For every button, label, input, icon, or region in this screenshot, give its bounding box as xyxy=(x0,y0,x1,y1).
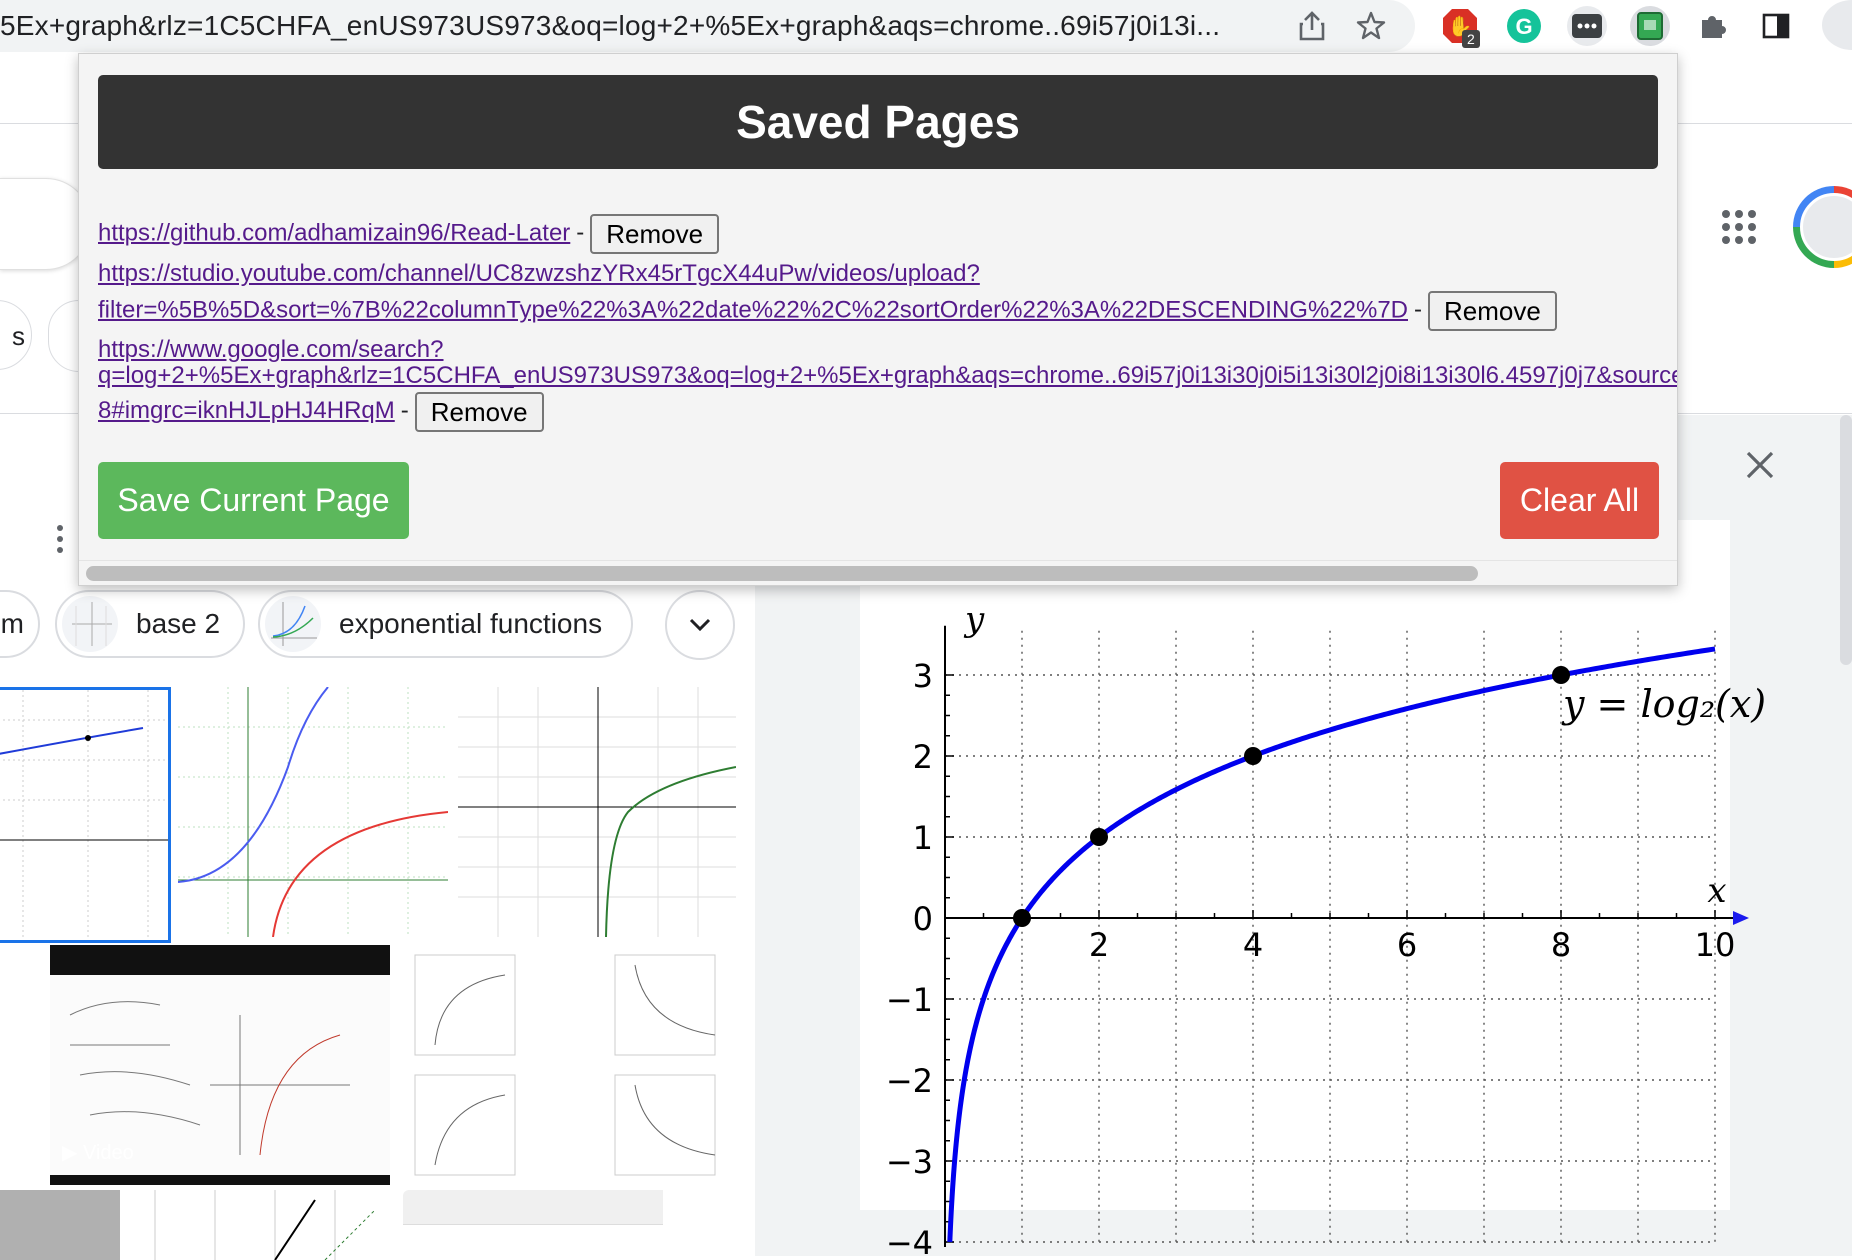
saved-link[interactable]: https://studio.youtube.com/channel/UC8zw… xyxy=(98,260,1408,323)
apps-grid-icon[interactable] xyxy=(1722,210,1756,244)
log2-curve xyxy=(947,646,1716,1243)
saved-pages-list: https://github.com/adhamizain96/Read-Lat… xyxy=(98,214,1677,433)
image-result-2[interactable] xyxy=(178,687,448,937)
remove-button[interactable]: Remove xyxy=(1428,291,1557,331)
separator: - xyxy=(1414,296,1422,324)
video-result[interactable]: ▶ Video xyxy=(50,945,390,1185)
chip-base-2[interactable]: base 2 xyxy=(55,590,245,658)
remove-button[interactable]: Remove xyxy=(414,391,544,432)
adblock-icon[interactable]: ✋ 2 xyxy=(1440,6,1480,48)
extension-badge: 2 xyxy=(1462,30,1480,48)
image-result-5[interactable] xyxy=(0,1190,120,1260)
separator: - xyxy=(576,219,585,247)
image-result-selected[interactable] xyxy=(0,687,171,943)
log-graph-chart: 2 4 6 8 103210−1−2−3−4xyy = log₂(x) xyxy=(886,600,1766,1260)
more-options-icon[interactable] xyxy=(55,525,65,555)
svg-text:G: G xyxy=(1515,14,1532,39)
data-point xyxy=(1013,909,1031,927)
address-bar[interactable]: 5Ex+graph&rlz=1C5CHFA_enUS973US973&oq=lo… xyxy=(0,0,1415,52)
x-axis-label: x xyxy=(1707,871,1726,911)
image-result-4[interactable] xyxy=(395,945,735,1185)
saved-link[interactable]: https://www.google.com/search? q=log+2+%5… xyxy=(98,336,1677,425)
extension-dots-icon[interactable] xyxy=(1567,6,1607,46)
profile-avatar[interactable] xyxy=(1822,0,1852,50)
read-later-extension-icon[interactable] xyxy=(1630,6,1670,46)
data-point xyxy=(1244,747,1262,765)
popup-scrollbar-thumb[interactable] xyxy=(86,566,1478,581)
y-tick-label: −2 xyxy=(886,1062,933,1100)
x-tick-label: 2 xyxy=(1089,926,1109,964)
y-tick-label: 1 xyxy=(913,819,933,857)
y-tick-label: 3 xyxy=(913,657,933,695)
clear-all-button[interactable]: Clear All xyxy=(1500,462,1659,539)
chip-label: base 2 xyxy=(136,608,221,639)
close-icon[interactable] xyxy=(1735,440,1785,490)
address-bar-url[interactable]: 5Ex+graph&rlz=1C5CHFA_enUS973US973&oq=lo… xyxy=(0,10,1255,42)
y-tick-label: 0 xyxy=(913,900,933,938)
side-panel-icon[interactable] xyxy=(1756,6,1796,46)
image-result-7[interactable] xyxy=(403,1190,735,1260)
popup-title: Saved Pages xyxy=(98,75,1658,169)
saved-item: https://www.google.com/search? q=log+2+%5… xyxy=(98,336,1677,433)
desmos-toolbar xyxy=(403,1190,663,1225)
play-icon: ▶ xyxy=(62,1142,78,1164)
chip-exponential-functions[interactable]: exponential functions xyxy=(258,590,633,658)
bookmark-star-icon[interactable] xyxy=(1353,8,1389,44)
chip-thumbnail xyxy=(265,596,321,652)
y-tick-label: 2 xyxy=(913,738,933,776)
browser-toolbar: 5Ex+graph&rlz=1C5CHFA_enUS973US973&oq=lo… xyxy=(0,0,1852,55)
y-tick-label: −3 xyxy=(886,1143,933,1181)
chip-partial-label: m xyxy=(0,608,24,639)
save-current-page-button[interactable]: Save Current Page xyxy=(98,462,409,539)
x-tick-label: 4 xyxy=(1243,926,1263,964)
puzzle-icon[interactable] xyxy=(1693,6,1733,46)
grammarly-icon[interactable]: G xyxy=(1504,6,1544,46)
image-result-3[interactable] xyxy=(458,687,736,937)
saved-item: https://github.com/adhamizain96/Read-Lat… xyxy=(98,214,1677,254)
read-later-popup: Saved Pages https://github.com/adhamizai… xyxy=(78,53,1678,586)
saved-item: https://studio.youtube.com/channel/UC8zw… xyxy=(98,256,1677,331)
x-tick-label: 8 xyxy=(1551,926,1571,964)
page-scrollbar[interactable] xyxy=(1840,415,1852,665)
y-axis-label: y xyxy=(963,600,985,640)
remove-button[interactable]: Remove xyxy=(590,214,720,254)
chevron-down-icon[interactable] xyxy=(665,590,735,660)
share-icon[interactable] xyxy=(1294,8,1330,44)
x-tick-label: 6 xyxy=(1397,926,1417,964)
curve-label: y = log₂(x) xyxy=(1561,682,1766,726)
x-tick-label: 10 xyxy=(1695,926,1736,964)
y-tick-label: −1 xyxy=(886,981,933,1019)
image-result-6[interactable] xyxy=(125,1190,395,1260)
saved-link[interactable]: https://github.com/adhamizain96/Read-Lat… xyxy=(98,219,570,246)
chip-thumbnail xyxy=(62,596,118,652)
separator: - xyxy=(400,397,409,424)
data-point xyxy=(1090,828,1108,846)
video-label: ▶ Video xyxy=(62,1142,134,1164)
chip-label: exponential functions xyxy=(339,608,603,639)
preview-image[interactable]: 2 4 6 8 10 3 2 1 0 −1 −2 −3 −4 x y y = log₂(x) xyxy=(860,520,1766,1260)
y-tick-label: −4 xyxy=(886,1224,933,1260)
